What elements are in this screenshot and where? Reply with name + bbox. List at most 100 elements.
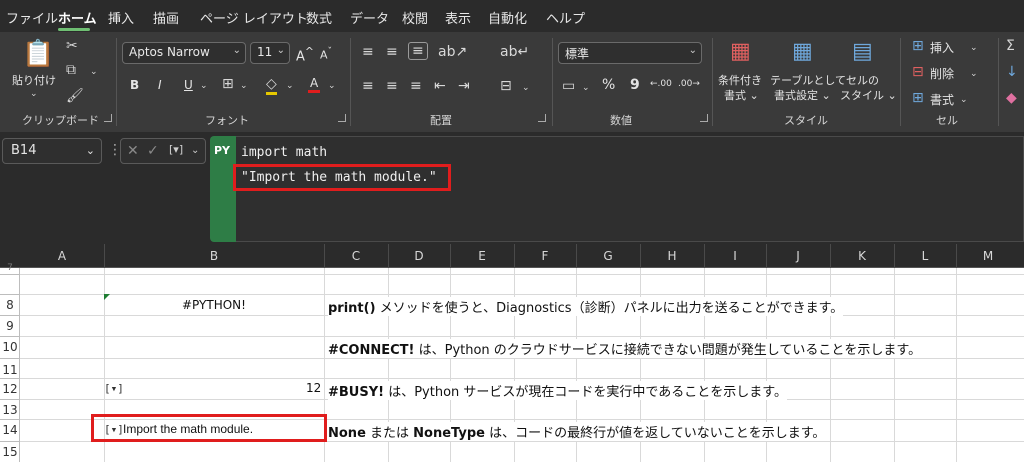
align-top-icon[interactable]: ≡ <box>362 44 374 60</box>
cell-styles-button-line2[interactable]: スタイル ⌄ <box>840 87 897 103</box>
cancel-icon[interactable]: ✕ <box>127 143 139 159</box>
column-header-e[interactable]: E <box>450 249 514 263</box>
wrap-text-icon[interactable]: ab↵ <box>500 44 529 60</box>
row-header-13[interactable]: 13 <box>0 403 20 417</box>
accounting-format-icon[interactable]: ▭ <box>562 78 575 94</box>
column-header-k[interactable]: K <box>830 249 894 263</box>
cut-icon[interactable]: ✂ <box>66 38 78 54</box>
clear-icon[interactable]: ◆ <box>1006 90 1017 106</box>
column-header-m[interactable]: M <box>956 249 1020 263</box>
column-header-f[interactable]: F <box>514 249 576 263</box>
percent-button[interactable]: % <box>602 77 615 93</box>
cell-styles-button[interactable]: セルの <box>846 72 879 88</box>
column-header-j[interactable]: J <box>766 249 830 263</box>
copy-chevron-icon[interactable]: ⌄ <box>90 64 98 80</box>
insert-cells-button[interactable]: 挿入 <box>930 39 954 56</box>
font-color-button[interactable]: A <box>308 76 321 93</box>
merge-chevron-icon[interactable]: ⌄ <box>522 80 530 96</box>
cell-c8[interactable]: print() メソッドを使うと、Diagnostics（診断）パネルに出力を送… <box>328 297 844 316</box>
enter-icon[interactable]: ✓ <box>147 143 159 159</box>
accounting-chevron-icon[interactable]: ⌄ <box>582 80 590 96</box>
tab-data[interactable]: データ <box>350 8 389 27</box>
decrease-indent-icon[interactable]: ⇤ <box>434 78 446 94</box>
underline-button[interactable]: U <box>184 78 193 92</box>
clipboard-launcher-icon[interactable] <box>104 114 112 122</box>
comma-style-button[interactable]: 9 <box>630 77 640 93</box>
format-as-table-button[interactable]: テーブルとして <box>770 72 846 88</box>
chevron-down-icon[interactable]: ⌄ <box>191 143 199 159</box>
delete-cells-icon[interactable]: ⊟ <box>912 64 924 80</box>
cell-c12[interactable]: #BUSY! は、Python サービスが現在コードを実行中であることを示します… <box>328 381 787 400</box>
tab-page-layout[interactable]: ページ レイアウト <box>200 8 308 27</box>
conditional-formatting-icon[interactable]: ▦ <box>730 40 751 64</box>
italic-button[interactable]: I <box>158 78 162 92</box>
row-header-10[interactable]: 10 <box>0 340 20 354</box>
delete-chevron-icon[interactable]: ⌄ <box>970 66 978 82</box>
increase-indent-icon[interactable]: ⇥ <box>458 78 470 94</box>
cell-styles-icon[interactable]: ▤ <box>852 40 873 64</box>
fill-color-icon[interactable]: ◇ <box>266 76 277 95</box>
row-header-8[interactable]: 8 <box>0 298 20 312</box>
conditional-formatting-button[interactable]: 条件付き <box>718 72 762 88</box>
fill-chevron-icon[interactable]: ⌄ <box>286 78 294 94</box>
insert-chevron-icon[interactable]: ⌄ <box>970 40 978 56</box>
align-center-icon[interactable]: ≡ <box>386 78 398 94</box>
tab-home[interactable]: ホーム <box>58 8 97 27</box>
row-header-9[interactable]: 9 <box>0 319 20 333</box>
cell-c14[interactable]: None または NoneType は、コードの最終行が値を返していないことを示… <box>328 422 826 441</box>
format-painter-icon[interactable]: 🖌 <box>66 88 84 104</box>
column-header-l[interactable]: L <box>894 249 956 263</box>
font-name-select[interactable]: Aptos Narrow ⌄ <box>122 42 246 64</box>
cell-c10[interactable]: #CONNECT! は、Python のクラウドサービスに接続できない問題が発生… <box>328 339 922 358</box>
tab-view[interactable]: 表示 <box>445 8 471 27</box>
borders-icon[interactable]: ⊞ <box>222 76 234 92</box>
column-header-h[interactable]: H <box>640 249 704 263</box>
worksheet-grid[interactable]: 7 8 9 10 11 12 13 14 15 #PYTHON! print()… <box>0 263 1024 462</box>
row-header-14[interactable]: 14 <box>0 423 20 437</box>
align-left-icon[interactable]: ≡ <box>362 78 374 94</box>
column-header-d[interactable]: D <box>388 249 450 263</box>
shrink-font-button[interactable]: Aˇ <box>320 46 332 62</box>
autosum-icon[interactable]: Σ <box>1006 38 1015 54</box>
decrease-decimal-button[interactable]: .00→ <box>678 79 700 89</box>
format-cells-icon[interactable]: ⊞ <box>912 90 924 106</box>
align-right-icon[interactable]: ≡ <box>410 78 422 94</box>
conditional-formatting-button-line2[interactable]: 書式 ⌄ <box>724 87 759 103</box>
tab-file[interactable]: ファイル <box>6 8 58 27</box>
insert-cells-icon[interactable]: ⊞ <box>912 38 924 54</box>
number-format-select[interactable]: 標準 ⌄ <box>558 42 702 64</box>
format-as-table-icon[interactable]: ▦ <box>792 40 813 64</box>
underline-chevron-icon[interactable]: ⌄ <box>200 78 208 94</box>
bold-button[interactable]: B <box>130 78 139 92</box>
row-header-partial[interactable]: 7 <box>0 263 20 273</box>
format-cells-button[interactable]: 書式 <box>930 91 954 108</box>
column-header-i[interactable]: I <box>704 249 766 263</box>
name-box[interactable]: B14 ⌄ <box>2 138 102 164</box>
cell-b8[interactable]: #PYTHON! <box>182 298 246 312</box>
alignment-launcher-icon[interactable] <box>538 114 546 122</box>
merge-center-icon[interactable]: ⊟ <box>500 78 512 94</box>
align-bottom-icon[interactable]: ≡ <box>408 42 428 60</box>
number-launcher-icon[interactable] <box>700 114 708 122</box>
font-size-select[interactable]: 11 ⌄ <box>250 42 290 64</box>
font-color-chevron-icon[interactable]: ⌄ <box>328 78 336 94</box>
column-header-g[interactable]: G <box>576 249 640 263</box>
row-header-12[interactable]: 12 <box>0 382 20 396</box>
paste-icon[interactable]: 📋 <box>22 40 54 68</box>
paste-chevron-icon[interactable]: ⌄ <box>30 86 38 102</box>
fill-icon[interactable]: ↓ <box>1006 64 1018 80</box>
tab-formulas[interactable]: 数式 <box>306 8 332 27</box>
row-header-15[interactable]: 15 <box>0 445 20 459</box>
error-indicator-icon[interactable] <box>104 294 110 300</box>
font-launcher-icon[interactable] <box>338 114 346 122</box>
format-chevron-icon[interactable]: ⌄ <box>960 92 968 108</box>
tab-draw[interactable]: 描画 <box>153 8 179 27</box>
orientation-icon[interactable]: ab↗ <box>438 44 467 60</box>
column-header-c[interactable]: C <box>324 249 388 263</box>
tab-help[interactable]: ヘルプ <box>546 8 585 27</box>
delete-cells-button[interactable]: 削除 <box>930 65 954 82</box>
increase-decimal-button[interactable]: ←.00 <box>650 79 672 89</box>
tab-insert[interactable]: 挿入 <box>108 8 134 27</box>
tab-review[interactable]: 校閲 <box>402 8 428 27</box>
python-output-type-icon[interactable]: [▾] <box>169 142 183 158</box>
